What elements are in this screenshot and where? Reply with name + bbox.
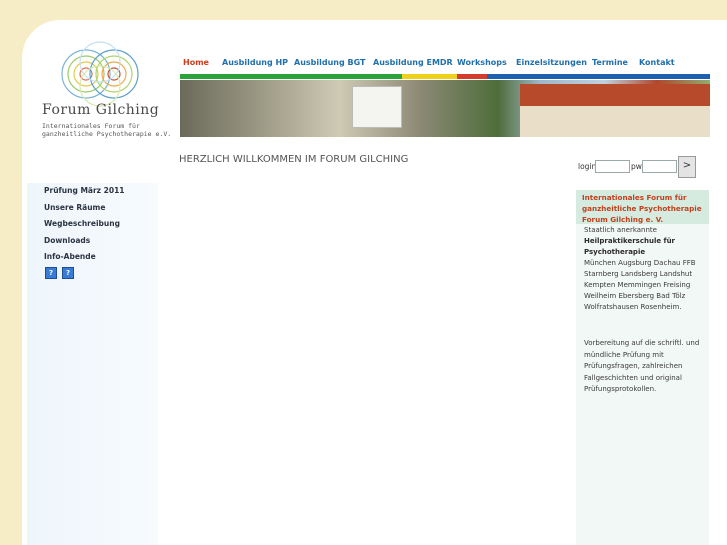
nav-einzelsitzungen[interactable]: Einzelsitzungen (516, 58, 587, 67)
sidebar-item-info-abende[interactable]: Info-Abende (44, 252, 96, 261)
login-input[interactable] (595, 160, 630, 173)
page-title: HERZLICH WILLKOMMEN IM FORUM GILCHING (179, 154, 409, 165)
logo-title: Forum Gilching (42, 102, 160, 118)
info-bold: Heilpraktikerschule für Psychotherapie (584, 237, 676, 256)
password-input[interactable] (642, 160, 677, 173)
sidebar-item-wegbeschreibung[interactable]: Wegbeschreibung (44, 219, 120, 228)
nav-ausbildung-hp[interactable]: Ausbildung HP (222, 58, 288, 67)
nav-workshops[interactable]: Workshops (457, 58, 507, 67)
nav-ausbildung-bgt[interactable]: Ausbildung BGT (294, 58, 365, 67)
help-icon[interactable]: ? (62, 267, 74, 279)
info-line: Staatlich anerkannte (584, 226, 657, 234)
logo-subtitle: Internationales Forum für ganzheitliche … (42, 122, 172, 138)
info-heading-box: Internationales Forum für ganzheitliche … (576, 190, 709, 224)
help-icon[interactable]: ? (45, 267, 57, 279)
nav-ausbildung-emdr[interactable]: Ausbildung EMDR (373, 58, 453, 67)
info-preparation: Vorbereitung auf die schriftl. und mündl… (584, 339, 700, 393)
sidebar-item-pruefung[interactable]: Prüfung März 2011 (44, 186, 125, 195)
login-form: login pw > (578, 156, 718, 179)
nav-color-bar (180, 74, 710, 79)
nav-termine[interactable]: Termine (592, 58, 628, 67)
info-school: Staatlich anerkannte Heilpraktikerschule… (584, 225, 708, 313)
page: Forum Gilching Internationales Forum für… (22, 20, 727, 545)
login-submit-button[interactable]: > (678, 156, 696, 178)
nav-kontakt[interactable]: Kontakt (639, 58, 675, 67)
pw-label: pw (631, 162, 642, 171)
info-heading: Internationales Forum für ganzheitliche … (582, 193, 702, 224)
info-cities: München Augsburg Dachau FFB Starnberg La… (584, 259, 696, 311)
sidebar-item-raeume[interactable]: Unsere Räume (44, 203, 105, 212)
login-label: login (578, 162, 597, 171)
header-banner-image (180, 80, 710, 137)
main-nav: Home Ausbildung HP Ausbildung BGT Ausbil… (180, 58, 710, 74)
nav-home[interactable]: Home (183, 58, 209, 67)
sidebar-item-downloads[interactable]: Downloads (44, 236, 90, 245)
